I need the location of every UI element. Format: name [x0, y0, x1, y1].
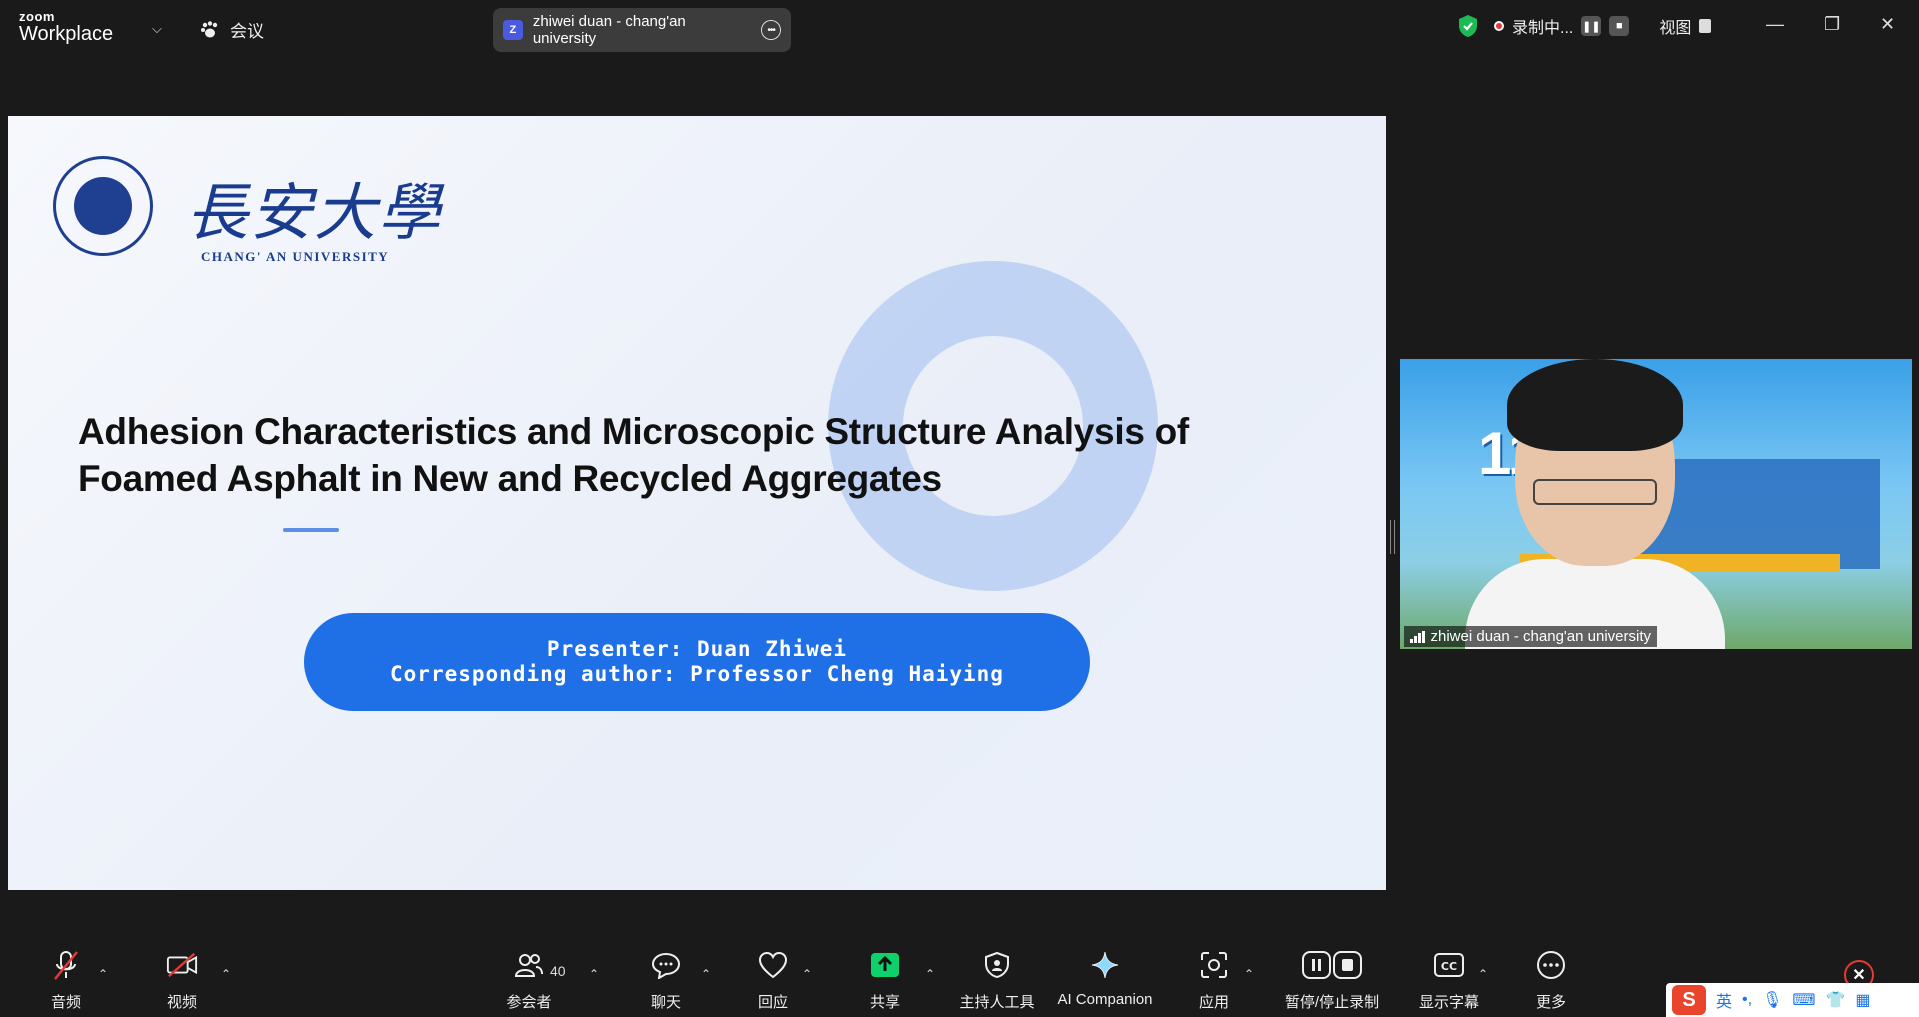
stop-recording-icon[interactable]: ■ — [1609, 16, 1630, 36]
security-shield-icon[interactable] — [1458, 14, 1478, 38]
presenter-banner: Presenter: Duan Zhiwei Corresponding aut… — [304, 613, 1090, 711]
ai-companion-label: AI Companion — [1057, 991, 1153, 1008]
host-tools-label: 主持人工具 — [959, 994, 1035, 1011]
participants-button[interactable]: 参会者 — [474, 949, 584, 1012]
ime-toolbar: S 英 •, 🎙 ⌨ 👕 ▦ — [1666, 983, 1919, 1017]
captions-label: 显示字幕 — [1418, 994, 1479, 1011]
recording-status: 录制中... ❚❚ ■ 视图 — [1458, 14, 1712, 38]
slide-title: Adhesion Characteristics and Microscopic… — [78, 408, 1318, 502]
meeting-menu[interactable]: 会议 — [200, 17, 264, 42]
more-label: 更多 — [1535, 994, 1566, 1011]
share-screen-icon — [869, 949, 901, 981]
ai-sparkle-icon — [1089, 949, 1121, 981]
camera-off-icon — [166, 949, 198, 981]
pause-recording-icon[interactable]: ❚❚ — [1581, 16, 1602, 36]
signal-strength-icon — [1410, 630, 1425, 643]
ime-skin-icon[interactable]: 👕 — [1825, 990, 1845, 1010]
meeting-menu-label: 会议 — [230, 22, 264, 41]
presenter-line: Presenter: Duan Zhiwei — [546, 637, 848, 661]
meeting-badge: Z — [503, 20, 523, 40]
pause-stop-icon — [1301, 949, 1363, 981]
slide-title-line2: Foamed Asphalt in New and Recycled Aggre… — [78, 458, 942, 499]
university-seal-logo — [53, 156, 153, 256]
cc-icon: CC — [1433, 949, 1465, 981]
more-icon — [1535, 949, 1567, 981]
video-options-caret[interactable]: ⌃ — [221, 967, 231, 981]
captions-options-caret[interactable]: ⌃ — [1478, 967, 1488, 981]
chat-label: 聊天 — [650, 994, 681, 1011]
view-layout-icon[interactable] — [1699, 19, 1712, 33]
shared-slide: 長安大學 CHANG' AN UNIVERSITY Adhesion Chara… — [8, 116, 1386, 890]
logo-brand-top: zoom — [19, 9, 55, 24]
participants-label: 参会者 — [506, 994, 552, 1011]
svg-text:CC: CC — [1441, 960, 1457, 973]
ime-keyboard-icon[interactable]: ⌨ — [1792, 990, 1815, 1010]
ime-language[interactable]: 英 — [1716, 988, 1732, 1012]
more-button[interactable]: 更多 — [1496, 949, 1606, 1012]
ime-tools-icon[interactable]: ▦ — [1855, 990, 1870, 1010]
recording-label: 录制中... — [1512, 20, 1574, 37]
apps-options-caret[interactable]: ⌃ — [1244, 967, 1254, 981]
meeting-title: zhiwei duan - chang'an university — [532, 13, 686, 47]
restore-icon[interactable]: ❐ — [1824, 14, 1840, 35]
video-label: 视频 — [166, 994, 197, 1011]
share-label: 共享 — [869, 994, 900, 1011]
share-options-caret[interactable]: ⌃ — [925, 967, 935, 981]
slide-title-line1: Adhesion Characteristics and Microscopic… — [78, 411, 1189, 452]
participant-name-label: zhiwei duan - chang'an university — [1404, 626, 1657, 647]
ai-companion-button[interactable]: AI Companion — [1050, 949, 1160, 1008]
participant-video[interactable]: 11 zhiwei duan - chang'an university — [1400, 359, 1912, 649]
heart-icon — [757, 949, 789, 981]
top-bar: zoom Workplace ⌵ 会议 Z zhiwei duan - chan… — [0, 0, 1919, 56]
recording-dot-icon — [1494, 21, 1504, 31]
audio-options-caret[interactable]: ⌃ — [98, 967, 108, 981]
react-label: 回应 — [757, 994, 788, 1011]
mic-muted-icon — [50, 949, 82, 981]
zoom-workplace-logo[interactable]: zoom Workplace — [19, 10, 113, 44]
pause-stop-recording-button[interactable]: 暂停/停止录制 — [1277, 949, 1387, 1012]
participant-name: zhiwei duan - chang'an university — [1430, 628, 1652, 645]
chat-icon — [650, 949, 682, 981]
react-options-caret[interactable]: ⌃ — [802, 967, 812, 981]
apps-label: 应用 — [1198, 994, 1229, 1011]
meeting-title-pill[interactable]: Z zhiwei duan - chang'an university ••• — [493, 8, 791, 52]
ime-voice-icon[interactable]: 🎙 — [1762, 990, 1782, 1010]
minimize-icon[interactable]: — — [1766, 14, 1784, 35]
university-name-cn: 長安大學 — [186, 176, 443, 249]
participants-count: 40 — [550, 963, 566, 979]
title-divider — [283, 528, 339, 532]
sogou-ime-icon[interactable]: S — [1672, 985, 1706, 1015]
paw-icon — [201, 20, 218, 37]
host-shield-icon — [981, 949, 1013, 981]
participants-options-caret[interactable]: ⌃ — [589, 967, 599, 981]
host-tools-button[interactable]: 主持人工具 — [942, 949, 1052, 1012]
panel-splitter-handle[interactable] — [1390, 520, 1395, 554]
view-menu[interactable]: 视图 — [1659, 14, 1691, 38]
meeting-toolbar: 音频 ⌃ 视频 ⌃ 参会者 40 ⌃ 聊天 ⌃ 回应 ⌃ 共享 ⌃ 主持人工具 … — [0, 945, 1919, 1017]
ime-punctuation-icon[interactable]: •, — [1742, 991, 1752, 1009]
participants-icon — [513, 949, 545, 981]
participant-figure — [1465, 359, 1725, 649]
university-name-en: CHANG' AN UNIVERSITY — [201, 249, 390, 264]
chevron-down-icon[interactable]: ⌵ — [152, 21, 162, 37]
close-window-icon[interactable]: ✕ — [1880, 14, 1895, 35]
logo-brand-bottom: Workplace — [19, 23, 114, 45]
pause-record-label: 暂停/停止录制 — [1284, 994, 1380, 1011]
more-options-icon[interactable]: ••• — [761, 20, 782, 40]
audio-label: 音频 — [50, 994, 81, 1011]
chat-options-caret[interactable]: ⌃ — [701, 967, 711, 981]
corresponding-author-line: Corresponding author: Professor Cheng Ha… — [390, 662, 1004, 686]
share-button[interactable]: 共享 — [830, 949, 940, 1012]
apps-icon — [1198, 949, 1230, 981]
